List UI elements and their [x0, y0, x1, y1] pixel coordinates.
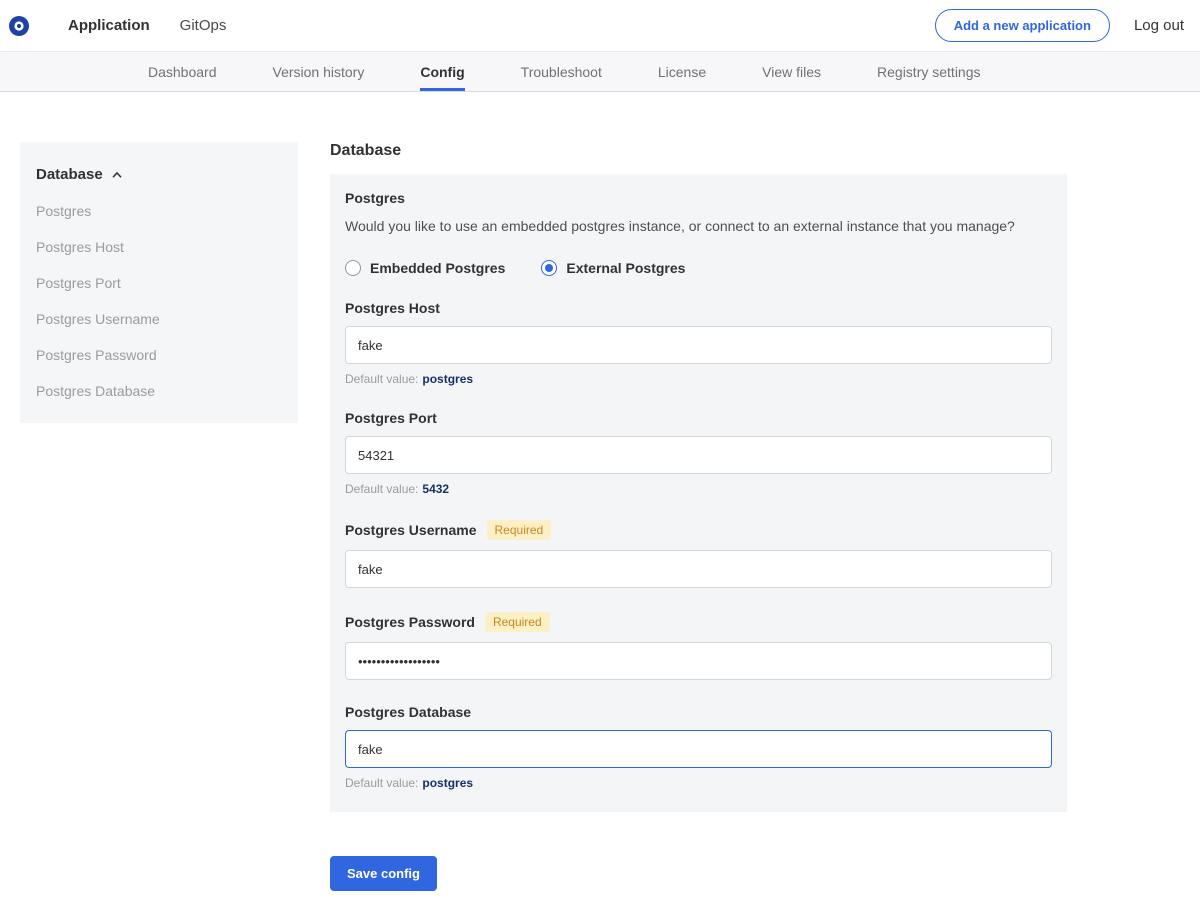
- config-sidebar: Database Postgres Postgres Host Postgres…: [20, 142, 298, 423]
- postgres-database-label: Postgres Database: [345, 704, 471, 720]
- sidebar-group-label: Database: [36, 166, 103, 183]
- subnav-tab-license[interactable]: License: [658, 52, 706, 91]
- config-form: Database Postgres Would you like to use …: [330, 142, 1067, 891]
- radio-embedded-postgres[interactable]: Embedded Postgres: [345, 260, 505, 276]
- required-badge: Required: [485, 612, 550, 632]
- sidebar-item-postgres-host[interactable]: Postgres Host: [36, 239, 282, 255]
- subnav-tab-dashboard[interactable]: Dashboard: [148, 52, 217, 91]
- sidebar-group-database[interactable]: Database: [36, 166, 282, 183]
- app-subnav: Dashboard Version history Config Trouble…: [0, 52, 1200, 92]
- sidebar-item-postgres-username[interactable]: Postgres Username: [36, 311, 282, 327]
- postgres-host-label: Postgres Host: [345, 300, 440, 316]
- subnav-tab-registry-settings[interactable]: Registry settings: [877, 52, 980, 91]
- chevron-up-icon: [111, 166, 123, 183]
- top-navigation: Application GitOps: [68, 11, 226, 40]
- field-label-postgres-password: Postgres Password Required: [345, 612, 1052, 632]
- section-title-database: Database: [330, 142, 1067, 160]
- subnav-tab-version-history[interactable]: Version history: [273, 52, 365, 91]
- postgres-host-input[interactable]: [345, 326, 1052, 364]
- sidebar-item-list: Postgres Postgres Host Postgres Port Pos…: [36, 203, 282, 399]
- tab-application[interactable]: Application: [68, 11, 150, 40]
- postgres-username-label: Postgres Username: [345, 522, 477, 538]
- group-help-text: Would you like to use an embedded postgr…: [345, 216, 1052, 236]
- tab-gitops[interactable]: GitOps: [180, 11, 227, 40]
- sidebar-item-postgres-password[interactable]: Postgres Password: [36, 347, 282, 363]
- postgres-password-input[interactable]: [345, 642, 1052, 680]
- logout-link[interactable]: Log out: [1134, 17, 1184, 34]
- postgres-host-default: Default value: postgres: [345, 372, 1052, 386]
- field-label-postgres-host: Postgres Host: [345, 300, 1052, 316]
- sidebar-item-postgres-port[interactable]: Postgres Port: [36, 275, 282, 291]
- radio-external-postgres[interactable]: External Postgres: [541, 260, 685, 276]
- postgres-password-label: Postgres Password: [345, 614, 475, 630]
- field-label-postgres-database: Postgres Database: [345, 704, 1052, 720]
- default-prefix: Default value:: [345, 372, 418, 386]
- radio-embedded-label: Embedded Postgres: [370, 260, 505, 276]
- postgres-database-input[interactable]: [345, 730, 1052, 768]
- sidebar-item-postgres[interactable]: Postgres: [36, 203, 282, 219]
- postgres-port-label: Postgres Port: [345, 410, 437, 426]
- sidebar-item-postgres-database[interactable]: Postgres Database: [36, 383, 282, 399]
- required-badge: Required: [487, 520, 552, 540]
- field-label-postgres-username: Postgres Username Required: [345, 520, 1052, 540]
- default-value: postgres: [422, 776, 473, 790]
- postgres-mode-radio-group: Embedded Postgres External Postgres: [345, 260, 1052, 276]
- app-logo-icon: [8, 15, 30, 37]
- default-value: 5432: [422, 482, 449, 496]
- group-name-postgres: Postgres: [345, 190, 1052, 206]
- default-prefix: Default value:: [345, 482, 418, 496]
- postgres-port-input[interactable]: [345, 436, 1052, 474]
- radio-external-label: External Postgres: [566, 260, 685, 276]
- database-config-group: Postgres Would you like to use an embedd…: [330, 174, 1067, 812]
- radio-checked-icon: [541, 260, 557, 276]
- subnav-tab-view-files[interactable]: View files: [762, 52, 821, 91]
- topbar-right: Add a new application Log out: [935, 9, 1184, 42]
- config-page: Database Postgres Postgres Host Postgres…: [0, 92, 1200, 921]
- default-prefix: Default value:: [345, 776, 418, 790]
- default-value: postgres: [422, 372, 473, 386]
- postgres-port-default: Default value: 5432: [345, 482, 1052, 496]
- subnav-tab-config[interactable]: Config: [420, 52, 464, 91]
- postgres-username-input[interactable]: [345, 550, 1052, 588]
- subnav-tab-troubleshoot[interactable]: Troubleshoot: [521, 52, 602, 91]
- postgres-database-default: Default value: postgres: [345, 776, 1052, 790]
- topbar: Application GitOps Add a new application…: [0, 0, 1200, 52]
- field-label-postgres-port: Postgres Port: [345, 410, 1052, 426]
- add-application-button[interactable]: Add a new application: [935, 9, 1110, 42]
- radio-unchecked-icon: [345, 260, 361, 276]
